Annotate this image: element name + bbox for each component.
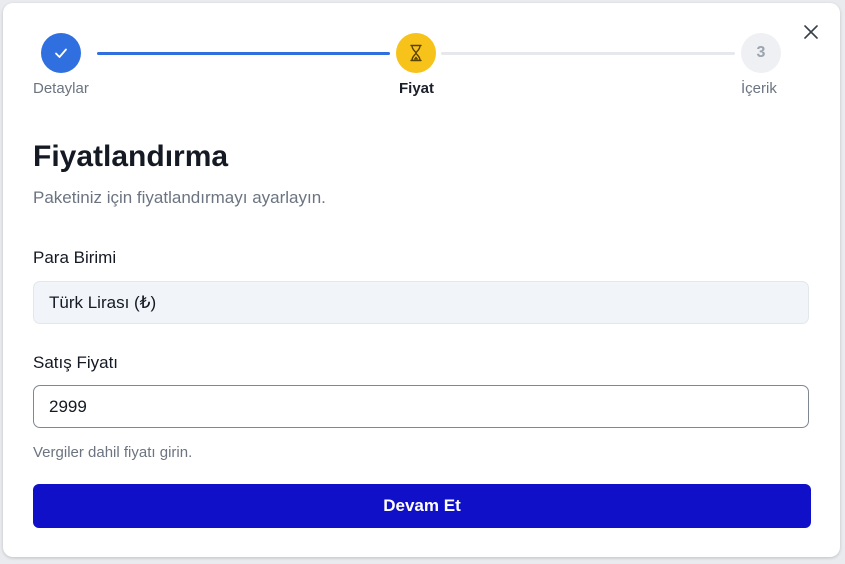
step-price-label: Fiyat xyxy=(399,80,435,97)
sale-price-input[interactable] xyxy=(33,385,809,428)
step-content-circle[interactable]: 3 xyxy=(741,33,781,73)
check-icon xyxy=(55,48,67,58)
page-title: Fiyatlandırma xyxy=(33,140,229,173)
hourglass-icon xyxy=(410,44,422,62)
stepper-connector-pending xyxy=(441,52,735,55)
close-button[interactable] xyxy=(800,21,822,43)
sale-price-label: Satış Fiyatı xyxy=(33,353,119,372)
step-details-label: Detaylar xyxy=(33,80,89,97)
pricing-modal: 3 Detaylar Fiyat İçerik Fiyatlandırma Pa… xyxy=(3,3,840,557)
step-details-circle[interactable] xyxy=(41,33,81,73)
currency-field: Türk Lirası (₺) xyxy=(33,281,809,324)
currency-label: Para Birimi xyxy=(33,248,117,267)
continue-button[interactable]: Devam Et xyxy=(33,484,811,528)
step-price-circle[interactable] xyxy=(396,33,436,73)
close-icon xyxy=(804,25,818,39)
currency-value: Türk Lirası (₺) xyxy=(49,292,157,312)
page-subtitle: Paketiniz için fiyatlandırmayı ayarlayın… xyxy=(33,188,326,207)
step-content-label: İçerik xyxy=(741,80,777,97)
sale-price-hint: Vergiler dahil fiyatı girin. xyxy=(33,444,193,461)
step-content-number: 3 xyxy=(756,44,766,61)
stepper-connector-done xyxy=(97,52,390,55)
